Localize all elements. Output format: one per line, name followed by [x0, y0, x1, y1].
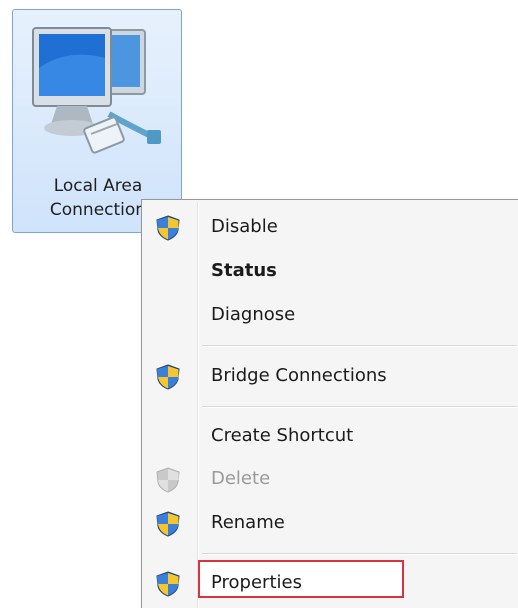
menu-label-properties: Properties	[211, 572, 302, 593]
menu-label-diagnose: Diagnose	[211, 304, 296, 325]
menu-item-create-shortcut[interactable]: Create Shortcut	[144, 416, 517, 456]
menu-item-status[interactable]: Status	[144, 251, 517, 291]
connection-label-line1: Local Area	[53, 176, 143, 196]
uac-shield-icon	[156, 215, 180, 241]
uac-shield-icon	[156, 511, 180, 537]
menu-separator	[202, 345, 517, 346]
menu-label-disable: Disable	[211, 216, 278, 237]
uac-shield-icon	[156, 467, 180, 493]
menu-item-properties[interactable]: Properties	[144, 560, 517, 603]
menu-separator	[202, 406, 517, 407]
menu-separator	[202, 553, 517, 554]
menu-item-rename[interactable]: Rename	[144, 503, 517, 543]
menu-item-diagnose[interactable]: Diagnose	[144, 295, 517, 335]
menu-label-status: Status	[211, 260, 277, 281]
network-computers-icon	[32, 27, 161, 154]
menu-label-create-shortcut: Create Shortcut	[211, 425, 354, 446]
uac-shield-icon	[156, 571, 180, 597]
menu-label-delete: Delete	[211, 468, 271, 489]
menu-item-bridge-connections[interactable]: Bridge Connections	[144, 356, 517, 396]
menu-item-disable[interactable]: Disable	[144, 207, 517, 247]
context-menu: Disable Status Diagnose Bridge Connectio…	[141, 199, 518, 608]
menu-item-delete: Delete	[144, 459, 517, 499]
explorer-view: Local Area Connection Disable Status Dia…	[0, 0, 518, 608]
menu-label-rename: Rename	[211, 512, 285, 533]
menu-label-bridge-connections: Bridge Connections	[211, 365, 387, 386]
uac-shield-icon	[156, 364, 180, 390]
